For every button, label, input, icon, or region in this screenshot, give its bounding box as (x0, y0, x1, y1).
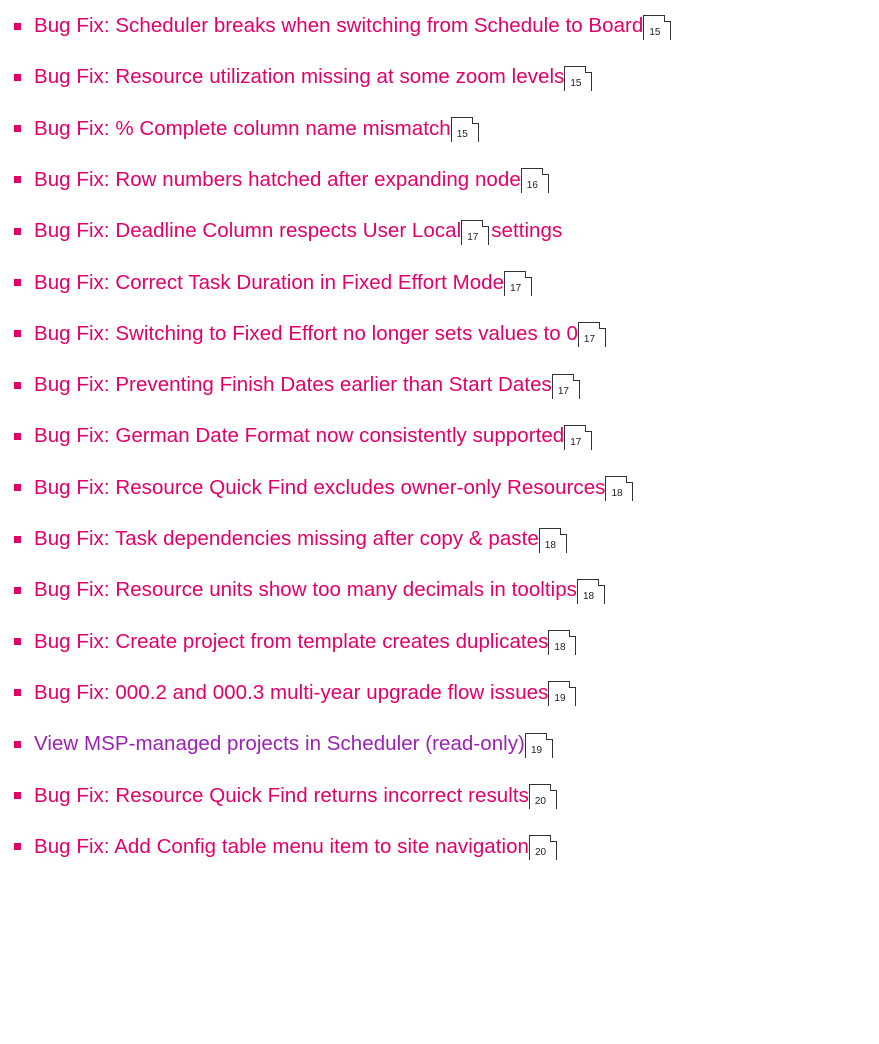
page-number: 20 (534, 796, 546, 807)
square-bullet-icon (14, 73, 21, 81)
page-number: 17 (570, 436, 582, 448)
square-bullet-icon (14, 125, 21, 133)
page-reference-icon[interactable]: 18 (548, 630, 577, 656)
page-reference-icon[interactable]: 17 (551, 373, 580, 399)
page-reference-icon[interactable]: 18 (605, 476, 634, 502)
toc-entry[interactable]: Bug Fix: Create project from template cr… (14, 622, 577, 662)
toc-entry-link[interactable]: Bug Fix: Correct Task Duration in Fixed … (34, 271, 504, 295)
toc-entry-link[interactable]: Bug Fix: Add Config table menu item to s… (34, 835, 529, 859)
toc-entry-link[interactable]: Bug Fix: Resource units show too many de… (34, 578, 577, 602)
square-bullet-icon (14, 381, 21, 389)
toc-entry[interactable]: Bug Fix: Resource Quick Find excludes ow… (14, 468, 634, 508)
toc-entry-link[interactable]: View MSP-managed projects in Scheduler (… (34, 732, 525, 756)
square-bullet-icon (14, 689, 21, 697)
square-bullet-icon (14, 638, 21, 646)
page-reference-icon[interactable]: 17 (504, 271, 533, 296)
toc-entry[interactable]: Bug Fix: German Date Format now consiste… (14, 416, 593, 456)
toc-entry[interactable]: Bug Fix: Correct Task Duration in Fixed … (14, 263, 533, 303)
toc-entry-link[interactable]: Bug Fix: % Complete column name mismatch (34, 117, 451, 141)
page-reference-icon[interactable]: 15 (450, 117, 479, 143)
square-bullet-icon (14, 227, 21, 235)
toc-entry[interactable]: Bug Fix: Resource units show too many de… (14, 570, 605, 610)
page-reference-icon[interactable]: 19 (548, 681, 577, 707)
square-bullet-icon (14, 740, 21, 748)
toc-entry[interactable]: Bug Fix: Add Config table menu item to s… (14, 827, 557, 867)
toc-entry-link[interactable]: Bug Fix: Create project from template cr… (34, 630, 548, 654)
page-number: 17 (557, 385, 569, 397)
toc-entry[interactable]: Bug Fix: Row numbers hatched after expan… (14, 160, 549, 200)
page-number: 15 (456, 129, 468, 141)
page-number: 19 (530, 744, 543, 756)
square-bullet-icon (14, 586, 21, 594)
square-bullet-icon (14, 176, 21, 184)
toc-entry[interactable]: Bug Fix: Resource utilization missing at… (14, 57, 593, 97)
toc-entry-link[interactable]: Bug Fix: Switching to Fixed Effort no lo… (34, 322, 578, 346)
toc-entry-link[interactable]: Bug Fix: Resource Quick Find returns inc… (34, 784, 529, 808)
page-reference-icon[interactable]: 19 (524, 732, 553, 758)
square-bullet-icon (14, 432, 21, 440)
square-bullet-icon (14, 843, 21, 851)
page-reference-icon[interactable]: 18 (576, 578, 605, 604)
toc-entry-link[interactable]: Bug Fix: Resource utilization missing at… (34, 65, 564, 89)
toc-entry[interactable]: Bug Fix: Task dependencies missing after… (14, 519, 567, 559)
page-number: 15 (570, 77, 582, 89)
page-reference-icon[interactable]: 20 (528, 835, 557, 861)
page-reference-icon[interactable]: 18 (538, 527, 567, 553)
toc-entry-link[interactable]: Bug Fix: Row numbers hatched after expan… (34, 168, 521, 192)
page-reference-icon[interactable]: 16 (520, 168, 549, 194)
toc-entry-link[interactable]: Bug Fix: Preventing Finish Dates earlier… (34, 373, 552, 397)
page-number: 18 (554, 642, 566, 654)
page-number: 17 (510, 283, 522, 294)
toc-entry-link[interactable]: Bug Fix: 000.2 and 000.3 multi-year upgr… (34, 681, 548, 705)
toc-entry-link[interactable]: Bug Fix: Task dependencies missing after… (34, 527, 539, 551)
page-number: 16 (526, 180, 538, 192)
square-bullet-icon (14, 792, 21, 799)
page-number: 18 (544, 539, 556, 551)
toc-entry[interactable]: Bug Fix: Preventing Finish Dates earlier… (14, 365, 580, 405)
toc-entry[interactable]: Bug Fix: Switching to Fixed Effort no lo… (14, 314, 606, 354)
page-number: 19 (554, 693, 566, 705)
toc-entry[interactable]: Bug Fix: % Complete column name mismatch… (14, 109, 479, 149)
page-reference-icon[interactable]: 17 (564, 424, 593, 450)
toc-entry[interactable]: View MSP-managed projects in Scheduler (… (14, 724, 553, 764)
square-bullet-icon (14, 330, 21, 338)
toc-entry-link[interactable]: Bug Fix: Resource Quick Find excludes ow… (34, 476, 605, 500)
square-bullet-icon (14, 484, 21, 492)
page-number: 18 (582, 590, 595, 602)
toc-entry-link[interactable]: Bug Fix: Scheduler breaks when switching… (34, 14, 643, 38)
square-bullet-icon (14, 22, 21, 30)
toc-entry[interactable]: Bug Fix: Scheduler breaks when switching… (14, 6, 672, 46)
toc-entry[interactable]: Bug Fix: Resource Quick Find returns inc… (14, 776, 557, 816)
toc-entry[interactable]: Bug Fix: Deadline Column respects User L… (14, 211, 562, 251)
toc-entry[interactable]: Bug Fix: 000.2 and 000.3 multi-year upgr… (14, 673, 577, 713)
toc-entry-link-tail[interactable]: settings (491, 219, 562, 243)
page-number: 15 (649, 26, 661, 38)
page-number: 17 (467, 231, 479, 243)
page-number: 17 (583, 334, 596, 346)
page-reference-icon[interactable]: 17 (577, 322, 606, 348)
page-reference-icon[interactable]: 15 (564, 65, 593, 91)
square-bullet-icon (14, 535, 21, 543)
toc-entry-link[interactable]: Bug Fix: Deadline Column respects User L… (34, 219, 461, 243)
page-number: 20 (534, 847, 547, 859)
page-reference-icon[interactable]: 20 (528, 784, 557, 809)
square-bullet-icon (14, 279, 21, 286)
toc-entry-link[interactable]: Bug Fix: German Date Format now consiste… (34, 424, 564, 448)
page-reference-icon[interactable]: 15 (643, 14, 672, 40)
page-number: 18 (611, 488, 623, 500)
page-reference-icon[interactable]: 17 (461, 219, 490, 245)
